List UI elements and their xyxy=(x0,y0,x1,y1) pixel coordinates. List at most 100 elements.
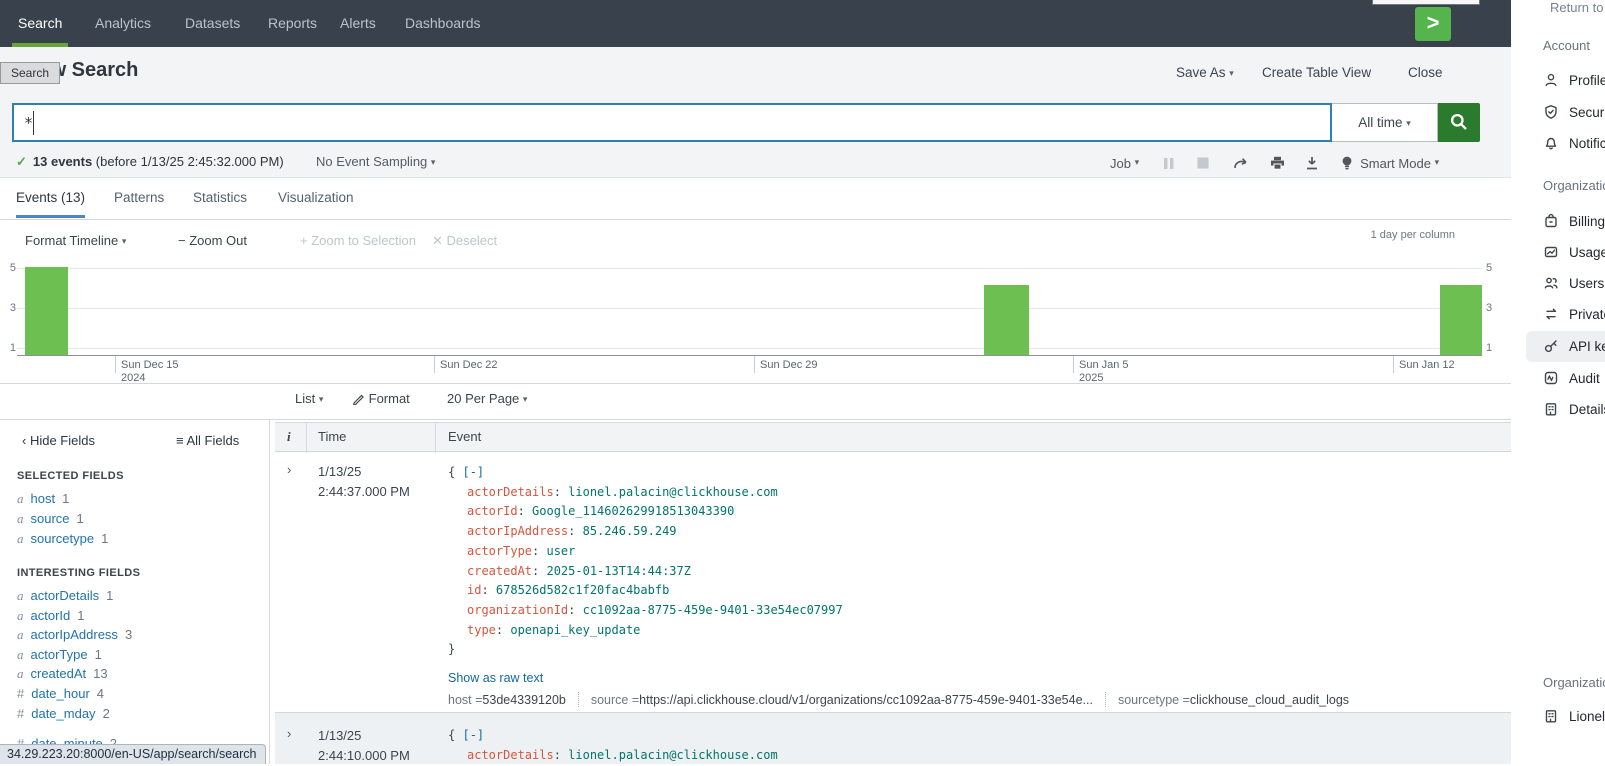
create-table-view-button[interactable]: Create Table View xyxy=(1262,65,1371,80)
save-as-button[interactable]: Save As ▾ xyxy=(1176,65,1234,80)
job-status-text: ✓13 events (before 1/13/25 2:45:32.000 P… xyxy=(16,154,284,170)
field-sourcetype[interactable]: asourcetype1 xyxy=(17,531,108,547)
sidebar-item-billing[interactable]: Billing xyxy=(1543,211,1605,231)
pause-button[interactable] xyxy=(1163,157,1175,170)
event-count-detail: (before 1/13/25 2:45:32.000 PM) xyxy=(92,154,284,169)
list-icon: ≡ xyxy=(176,433,184,448)
collapse-json-button[interactable]: [-] xyxy=(462,465,484,479)
chevron-down-icon: ▾ xyxy=(431,157,436,167)
field-actorIpAddress[interactable]: aactorIpAddress3 xyxy=(17,627,132,643)
tab-visualization[interactable]: Visualization xyxy=(278,190,354,215)
timeline-bar-jan13[interactable] xyxy=(1440,285,1482,355)
deselect-button[interactable]: ✕ Deselect xyxy=(432,233,497,249)
search-query-input[interactable]: * xyxy=(12,103,1332,142)
sidebar-item-api-keys[interactable]: API keys xyxy=(1543,336,1605,356)
nav-tab-search[interactable]: Search xyxy=(18,0,62,47)
x-axis-tick xyxy=(434,356,435,373)
stop-button[interactable] xyxy=(1197,157,1209,169)
nav-tab-datasets[interactable]: Datasets xyxy=(185,0,240,47)
close-button[interactable]: Close xyxy=(1408,65,1443,80)
zoom-out-button[interactable]: − Zoom Out xyxy=(178,233,247,248)
search-mode-selector[interactable]: Smart Mode ▾ xyxy=(1341,155,1439,171)
return-link[interactable]: Return to xyxy=(1550,0,1603,15)
splunk-window: Search Analytics Datasets Reports Alerts… xyxy=(0,0,1511,764)
nav-tab-analytics[interactable]: Analytics xyxy=(95,0,151,47)
sidebar-item-audit[interactable]: Audit xyxy=(1543,368,1600,388)
field-createdAt[interactable]: acreatedAt13 xyxy=(17,666,108,682)
sidebar-item-details[interactable]: Details xyxy=(1543,399,1605,419)
nav-tab-reports[interactable]: Reports xyxy=(268,0,317,47)
search-submit-button[interactable] xyxy=(1438,103,1480,142)
plus-icon: + xyxy=(300,233,308,248)
expand-event-chevron[interactable]: › xyxy=(287,726,291,741)
format-button[interactable]: Format xyxy=(352,391,410,406)
zoom-to-selection-button[interactable]: + Zoom to Selection xyxy=(300,233,416,248)
gridline xyxy=(17,308,1482,309)
print-button[interactable] xyxy=(1270,156,1285,170)
y-axis-label: 1 xyxy=(2,342,16,354)
format-timeline-dropdown[interactable]: Format Timeline ▾ xyxy=(25,233,126,248)
json-open-line: { [-] xyxy=(448,728,484,742)
job-menu[interactable]: Job ▾ xyxy=(1110,156,1139,171)
timeline-scale-note: 1 day per column xyxy=(1285,229,1455,241)
meta-sourcetype-value[interactable]: clickhouse_cloud_audit_logs xyxy=(1190,693,1349,707)
all-fields-button[interactable]: ≡ All Fields xyxy=(176,433,239,448)
json-field: actorDetails: lionel.palacin@clickhouse.… xyxy=(467,748,778,762)
tab-events[interactable]: Events (13) xyxy=(16,190,85,218)
export-button[interactable] xyxy=(1305,156,1319,170)
event-time: 1/13/252:44:37.000 PM xyxy=(318,462,410,502)
json-field: organizationId: cc1092aa-8775-459e-9401-… xyxy=(467,603,843,617)
nav-tab-label: Search xyxy=(18,15,62,31)
check-icon: ✓ xyxy=(16,154,27,169)
meta-host-value[interactable]: 53de4339120b xyxy=(482,693,565,707)
divider xyxy=(578,692,579,707)
meta-source-value[interactable]: https://api.clickhouse.cloud/v1/organiza… xyxy=(639,693,1093,707)
field-actorId[interactable]: aactorId1 xyxy=(17,608,84,624)
list-view-dropdown[interactable]: List ▾ xyxy=(295,391,323,406)
chevron-down-icon: ▾ xyxy=(122,236,127,246)
sidebar-item-security[interactable]: Security xyxy=(1543,102,1605,122)
expand-event-chevron[interactable]: › xyxy=(287,462,291,477)
share-button[interactable] xyxy=(1233,156,1250,170)
sidebar-item-users[interactable]: Users xyxy=(1543,273,1604,293)
timeline-bar-jan3[interactable] xyxy=(984,285,1029,355)
timeline-bar-dec13[interactable] xyxy=(25,267,68,355)
sidebar-item-organization[interactable]: Lionel xyxy=(1543,706,1605,726)
selected-fields-header: SELECTED FIELDS xyxy=(17,470,124,482)
column-divider xyxy=(306,423,307,453)
field-host[interactable]: ahost1 xyxy=(17,491,69,507)
per-page-dropdown[interactable]: 20 Per Page ▾ xyxy=(447,391,527,406)
download-icon xyxy=(1305,156,1319,170)
json-field: createdAt: 2025-01-13T14:44:37Z xyxy=(467,564,691,578)
tab-patterns[interactable]: Patterns xyxy=(114,190,164,215)
splunk-logo-icon[interactable]: > xyxy=(1415,7,1451,41)
event-row-2: › 1/13/252:44:10.000 PM { [-] actorDetai… xyxy=(275,713,1511,764)
hide-fields-button[interactable]: ‹ Hide Fields xyxy=(22,433,95,448)
show-raw-text-link[interactable]: Show as raw text xyxy=(448,671,543,685)
building-icon xyxy=(1543,708,1559,724)
x-axis-tick xyxy=(115,356,116,373)
field-date_mday[interactable]: #date_mday2 xyxy=(17,706,110,721)
tab-statistics[interactable]: Statistics xyxy=(193,190,247,215)
json-field: actorIpAddress: 85.246.59.249 xyxy=(467,524,677,538)
stop-icon xyxy=(1197,157,1209,169)
sidebar-item-notifications[interactable]: Notifications xyxy=(1543,133,1605,153)
sidebar-item-profile[interactable]: Profile xyxy=(1543,70,1605,90)
sidebar-item-private-endpoints[interactable]: Private xyxy=(1543,304,1605,324)
field-actorDetails[interactable]: aactorDetails1 xyxy=(17,588,113,604)
interesting-fields-header: INTERESTING FIELDS xyxy=(17,567,140,579)
lightbulb-icon xyxy=(1341,155,1353,171)
field-source[interactable]: asource1 xyxy=(17,511,84,527)
collapse-json-button[interactable]: [-] xyxy=(462,728,484,742)
job-controls: Job ▾ xyxy=(1110,152,1439,174)
field-date_hour[interactable]: #date_hour4 xyxy=(17,686,104,701)
share-icon xyxy=(1233,156,1250,170)
sidebar-item-usage[interactable]: Usage xyxy=(1543,242,1605,262)
field-actorType[interactable]: aactorType1 xyxy=(17,647,102,663)
event-sampling-dropdown[interactable]: No Event Sampling ▾ xyxy=(316,154,435,169)
chevron-down-icon: ▾ xyxy=(1435,157,1440,168)
nav-tab-dashboards[interactable]: Dashboards xyxy=(405,0,481,47)
events-table: i Time Event › 1/13/252:44:37.000 PM { [… xyxy=(275,422,1511,764)
nav-tab-alerts[interactable]: Alerts xyxy=(340,0,376,47)
time-range-picker[interactable]: All time ▾ xyxy=(1332,103,1438,142)
